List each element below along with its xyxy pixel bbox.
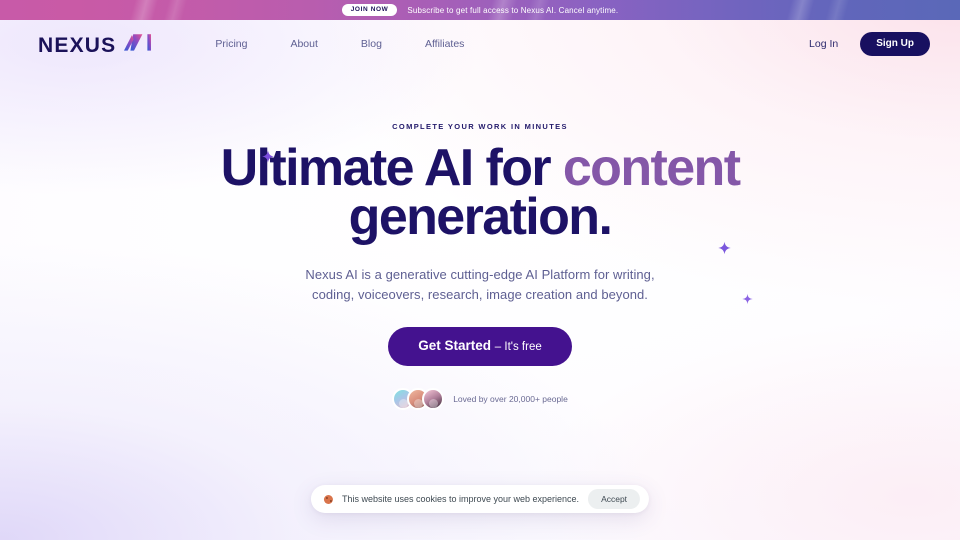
signup-button[interactable]: Sign Up xyxy=(860,32,930,56)
nav-item-pricing[interactable]: Pricing xyxy=(215,38,247,50)
hero-headline-line-1: Ultimate AI for content xyxy=(0,142,960,194)
announcement-text: Subscribe to get full access to Nexus AI… xyxy=(407,5,619,15)
logo-text-nexus: NEXUS xyxy=(38,33,117,57)
primary-nav: Pricing About Blog Affiliates xyxy=(215,38,464,50)
hero-subheading-line-2: coding, voiceovers, research, image crea… xyxy=(312,286,648,302)
avatar xyxy=(422,387,445,410)
logo[interactable]: NEXUS xyxy=(38,33,153,56)
hero-subheading-line-1: Nexus AI is a generative cutting-edge AI… xyxy=(305,266,655,282)
cookie-banner: This website uses cookies to improve you… xyxy=(310,485,650,513)
social-proof: Loved by over 20,000+ people xyxy=(0,387,960,410)
hero-subheading: Nexus AI is a generative cutting-edge AI… xyxy=(285,265,675,305)
hero-headline: Ultimate AI for content generation. xyxy=(0,142,960,247)
nav-item-blog[interactable]: Blog xyxy=(361,38,382,50)
nav-item-about[interactable]: About xyxy=(290,38,317,50)
join-now-button[interactable]: JOIN NOW xyxy=(341,4,398,16)
social-proof-text: Loved by over 20,000+ people xyxy=(453,393,568,404)
announcement-bar: JOIN NOW Subscribe to get full access to… xyxy=(0,0,960,20)
cookie-banner-text: This website uses cookies to improve you… xyxy=(341,494,580,504)
hero-eyebrow: COMPLETE YOUR WORK IN MINUTES xyxy=(392,122,568,131)
header-actions: Log In Sign Up xyxy=(809,32,930,56)
login-link[interactable]: Log In xyxy=(809,38,838,50)
logo-ai-icon xyxy=(124,33,152,51)
cta-label-strong: Get Started xyxy=(418,338,492,354)
accept-cookies-button[interactable]: Accept xyxy=(588,488,641,510)
nav-item-affiliates[interactable]: Affiliates xyxy=(425,38,465,50)
avatar-group xyxy=(392,387,445,410)
hero-section: COMPLETE YOUR WORK IN MINUTES Ultimate A… xyxy=(0,68,960,410)
site-header: NEXUS Pricing About Blog Affiliates Log … xyxy=(0,20,960,68)
cta-label-light: – It's free xyxy=(494,341,542,354)
hero-headline-line-2: generation. xyxy=(348,188,613,247)
logo-ai-mark xyxy=(123,33,153,52)
get-started-button[interactable]: Get Started – It's free xyxy=(388,327,572,366)
cookie-icon xyxy=(323,494,333,504)
